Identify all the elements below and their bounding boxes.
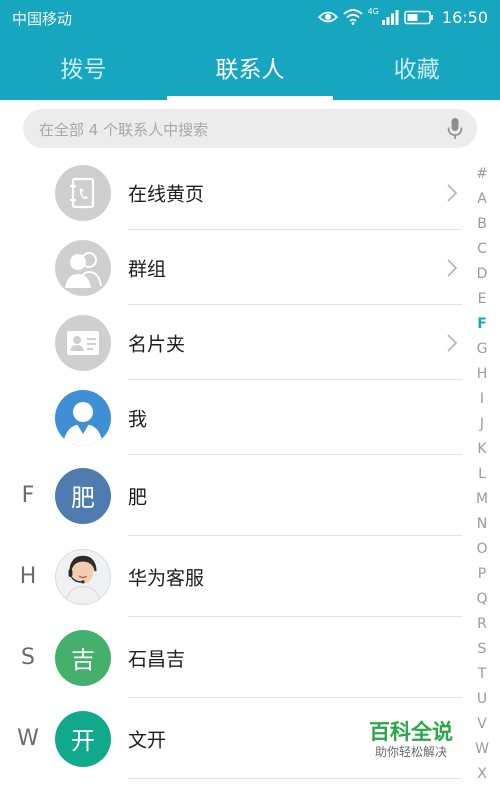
index-letter[interactable]: J (470, 412, 494, 437)
contact-name: 石昌吉 (128, 648, 186, 670)
chevron-right-icon (446, 333, 458, 357)
status-bar: 中国移动 4G 16:50 (0, 0, 500, 34)
index-letter[interactable]: K (470, 437, 494, 462)
microphone-icon[interactable] (447, 117, 463, 145)
index-letter[interactable]: R (470, 612, 494, 637)
index-letter[interactable]: G (470, 337, 494, 362)
contact-name: 文开 (128, 729, 167, 751)
avatar: 开 (55, 710, 111, 767)
watermark-title: 百科全说 (369, 720, 453, 744)
tab-contacts[interactable]: 联系人 (166, 34, 334, 100)
my-profile-label: 我 (128, 408, 148, 430)
watermark-subtitle: 助你轻松解决 (374, 745, 447, 759)
headset-agent-photo (55, 548, 111, 605)
tab-dialer[interactable]: 拨号 (0, 34, 167, 100)
person-icon (55, 389, 111, 446)
wifi-icon (342, 9, 363, 25)
signal-icon (381, 9, 399, 25)
index-letter[interactable]: Q (470, 587, 494, 612)
index-letter[interactable]: C (470, 237, 494, 262)
index-letter[interactable]: X (470, 762, 494, 787)
yellow-pages-row[interactable]: 在线黄页 (0, 155, 470, 230)
my-profile-row[interactable]: 我 (0, 380, 470, 455)
app-header: 中国移动 4G 16:50 拨号 联系人 收藏 (0, 0, 500, 100)
search-placeholder: 在全部 4 个联系人中搜索 (39, 121, 209, 139)
index-letter[interactable]: B (470, 212, 494, 237)
index-letter[interactable]: P (470, 562, 494, 587)
avatar: 吉 (55, 629, 111, 686)
index-letter[interactable]: O (470, 537, 494, 562)
chevron-right-icon (446, 183, 458, 207)
divider (128, 778, 462, 779)
index-letter[interactable]: L (470, 462, 494, 487)
avatar: 肥 (55, 467, 111, 524)
contact-row-fei[interactable]: F 肥 肥 (0, 455, 470, 536)
groups-label: 群组 (128, 258, 167, 280)
search-input[interactable]: 在全部 4 个联系人中搜索 (23, 109, 477, 148)
section-letter: S (21, 645, 35, 670)
section-letter: H (19, 564, 37, 589)
network-badge: 4G (367, 6, 379, 16)
battery-icon (404, 10, 434, 25)
index-letter[interactable]: A (470, 187, 494, 212)
section-letter: F (21, 483, 35, 508)
index-letter[interactable]: I (470, 387, 494, 412)
index-letter[interactable]: D (470, 262, 494, 287)
watermark: 百科全说 助你轻松解决 (350, 706, 472, 766)
contact-list: 在线黄页 群组 名片夹 我 F 肥 肥 H 华为客服 S 吉 石昌吉 W 开 文… (0, 155, 470, 779)
index-letter[interactable]: U (470, 687, 494, 712)
index-letter[interactable]: V (470, 712, 494, 737)
index-letter[interactable]: T (470, 662, 494, 687)
business-cards-label: 名片夹 (128, 333, 186, 355)
index-letter[interactable]: M (470, 487, 494, 512)
index-letter[interactable]: # (470, 162, 494, 187)
index-letter[interactable]: N (470, 512, 494, 537)
groups-row[interactable]: 群组 (0, 230, 470, 305)
index-letter[interactable]: H (470, 362, 494, 387)
alphabet-index[interactable]: # A B C D E F G H I J K L M N O P Q R S … (470, 162, 494, 787)
yellow-pages-icon (55, 164, 111, 221)
eye-icon (317, 10, 338, 24)
chevron-right-icon (446, 258, 458, 282)
status-icons: 4G 16:50 (317, 5, 488, 29)
tab-favorites[interactable]: 收藏 (333, 34, 500, 100)
index-letter[interactable]: W (470, 737, 494, 762)
index-letter[interactable]: E (470, 287, 494, 312)
tab-bar: 拨号 联系人 收藏 (0, 34, 500, 100)
business-cards-row[interactable]: 名片夹 (0, 305, 470, 380)
index-letter-active[interactable]: F (470, 312, 494, 337)
contact-name: 肥 (128, 486, 148, 508)
contact-row-shi-changji[interactable]: S 吉 石昌吉 (0, 617, 470, 698)
status-time: 16:50 (441, 7, 488, 27)
index-letter[interactable]: S (470, 637, 494, 662)
contact-name: 华为客服 (128, 567, 205, 589)
business-card-icon (55, 314, 111, 371)
contact-row-huawei-service[interactable]: H 华为客服 (0, 536, 470, 617)
group-icon (55, 239, 111, 296)
yellow-pages-label: 在线黄页 (128, 183, 205, 205)
section-letter: W (17, 726, 39, 751)
carrier-name: 中国移动 (12, 10, 73, 28)
